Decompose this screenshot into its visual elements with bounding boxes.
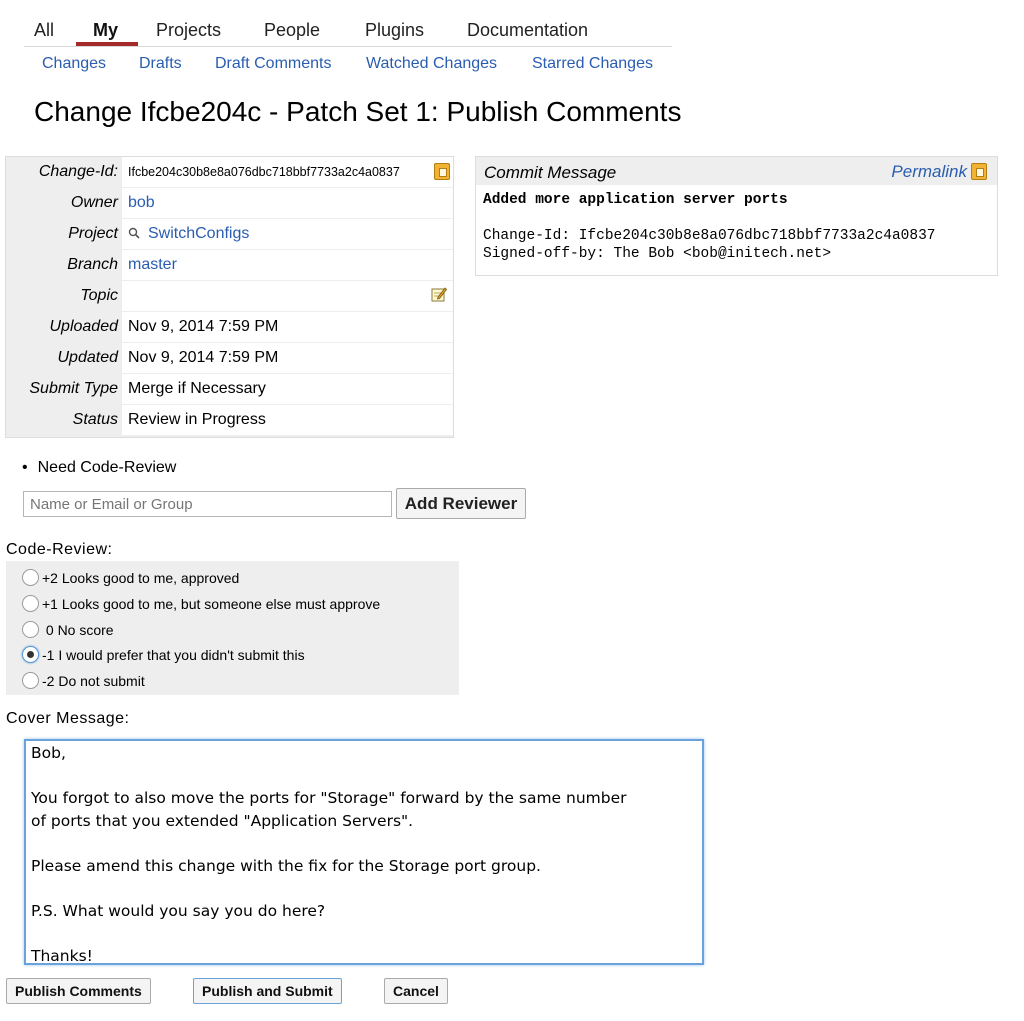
commit-message-panel: Commit Message Permalink Added more appl…	[475, 156, 998, 276]
copy-icon[interactable]	[434, 163, 450, 180]
branch-cell: master	[122, 250, 453, 281]
add-reviewer-button[interactable]: Add Reviewer	[396, 488, 526, 519]
branch-row: Branch master	[6, 250, 453, 281]
option-label: 0 No score	[42, 622, 114, 638]
status-label: Status	[72, 411, 118, 428]
branch-label: Branch	[67, 256, 118, 273]
reviewer-input[interactable]	[23, 491, 392, 517]
commit-body: Change-Id: Ifcbe204c30b8e8a076dbc718bbf7…	[483, 228, 936, 262]
edit-icon[interactable]	[431, 286, 447, 302]
active-tab-indicator	[76, 42, 138, 46]
tab-people[interactable]: People	[264, 20, 320, 41]
subtab-starred-changes[interactable]: Starred Changes	[532, 55, 653, 73]
owner-link[interactable]: bob	[128, 194, 155, 212]
uploaded-label: Uploaded	[49, 318, 119, 335]
uploaded-cell: Nov 9, 2014 7:59 PM	[122, 312, 453, 343]
subtab-draft-comments[interactable]: Draft Comments	[215, 55, 331, 73]
copy-icon[interactable]	[971, 163, 987, 180]
updated-row: Updated Nov 9, 2014 7:59 PM	[6, 343, 453, 374]
need-code-review-item: Need Code-Review	[22, 459, 177, 477]
cover-message-label: Cover Message:	[6, 710, 130, 727]
option-label: +1 Looks good to me, but someone else mu…	[42, 596, 381, 612]
code-review-label: Code-Review:	[6, 541, 113, 558]
need-code-review-text: Need Code-Review	[37, 459, 177, 476]
commit-subject: Added more application server ports	[483, 192, 788, 208]
commit-message-text: Added more application server ports Chan…	[483, 191, 935, 263]
submit-type-value: Merge if Necessary	[128, 380, 266, 397]
radio-0[interactable]	[22, 621, 39, 638]
radio-plus1[interactable]	[22, 595, 39, 612]
uploaded-value: Nov 9, 2014 7:59 PM	[128, 318, 279, 335]
option-label: -2 Do not submit	[42, 673, 145, 689]
cover-message-textarea[interactable]: Bob, You forgot to also move the ports f…	[24, 739, 704, 965]
change-id-value: Ifcbe204c30b8e8a076dbc718bbf7733a2c4a083…	[128, 165, 400, 179]
radio-minus2[interactable]	[22, 672, 39, 689]
subtab-changes[interactable]: Changes	[42, 55, 106, 73]
branch-link[interactable]: master	[128, 256, 177, 274]
project-label: Project	[68, 225, 118, 242]
owner-row: Owner bob	[6, 188, 453, 219]
project-row: Project SwitchConfigs	[6, 219, 453, 250]
status-cell: Review in Progress	[122, 405, 453, 436]
permalink-link[interactable]: Permalink	[891, 162, 967, 182]
option-label: -1 I would prefer that you didn't submit…	[42, 647, 305, 663]
change-id-row: Change-Id: Ifcbe204c30b8e8a076dbc718bbf7…	[6, 157, 453, 188]
search-icon[interactable]	[128, 227, 140, 239]
option-label: +2 Looks good to me, approved	[42, 570, 240, 586]
status-row: Status Review in Progress	[6, 405, 453, 436]
change-info-table: Change-Id: Ifcbe204c30b8e8a076dbc718bbf7…	[5, 156, 454, 438]
submit-type-row: Submit Type Merge if Necessary	[6, 374, 453, 405]
tab-projects[interactable]: Projects	[156, 20, 221, 41]
commit-message-heading: Commit Message	[484, 163, 617, 182]
publish-comments-button[interactable]: Publish Comments	[6, 978, 151, 1004]
topic-row: Topic	[6, 281, 453, 312]
radio-plus2[interactable]	[22, 569, 39, 586]
change-id-cell: Ifcbe204c30b8e8a076dbc718bbf7733a2c4a083…	[122, 157, 453, 188]
cancel-button[interactable]: Cancel	[384, 978, 448, 1004]
commit-message-header: Commit Message Permalink	[476, 157, 997, 185]
subtab-watched-changes[interactable]: Watched Changes	[366, 55, 497, 73]
owner-label: Owner	[70, 194, 118, 211]
uploaded-row: Uploaded Nov 9, 2014 7:59 PM	[6, 312, 453, 343]
project-link[interactable]: SwitchConfigs	[148, 225, 249, 243]
updated-cell: Nov 9, 2014 7:59 PM	[122, 343, 453, 374]
status-value: Review in Progress	[128, 411, 266, 428]
change-id-label: Change-Id:	[38, 163, 118, 180]
updated-label: Updated	[57, 349, 119, 366]
subtab-drafts[interactable]: Drafts	[139, 55, 182, 73]
radio-minus1-selected[interactable]	[22, 646, 39, 663]
tab-plugins[interactable]: Plugins	[365, 20, 424, 41]
submit-type-label: Submit Type	[29, 380, 118, 397]
tab-my[interactable]: My	[93, 20, 118, 41]
topic-label: Topic	[80, 287, 118, 304]
owner-cell: bob	[122, 188, 453, 219]
tab-all[interactable]: All	[34, 20, 54, 41]
tab-documentation[interactable]: Documentation	[467, 20, 588, 41]
submit-type-cell: Merge if Necessary	[122, 374, 453, 405]
code-review-options: +2 Looks good to me, approved +1 Looks g…	[6, 561, 459, 695]
project-cell: SwitchConfigs	[122, 219, 453, 250]
updated-value: Nov 9, 2014 7:59 PM	[128, 349, 279, 366]
topic-cell	[122, 281, 453, 312]
top-nav: All My Projects People Plugins Documenta…	[24, 18, 672, 47]
page-title: Change Ifcbe204c - Patch Set 1: Publish …	[34, 96, 682, 127]
publish-and-submit-button[interactable]: Publish and Submit	[193, 978, 342, 1004]
